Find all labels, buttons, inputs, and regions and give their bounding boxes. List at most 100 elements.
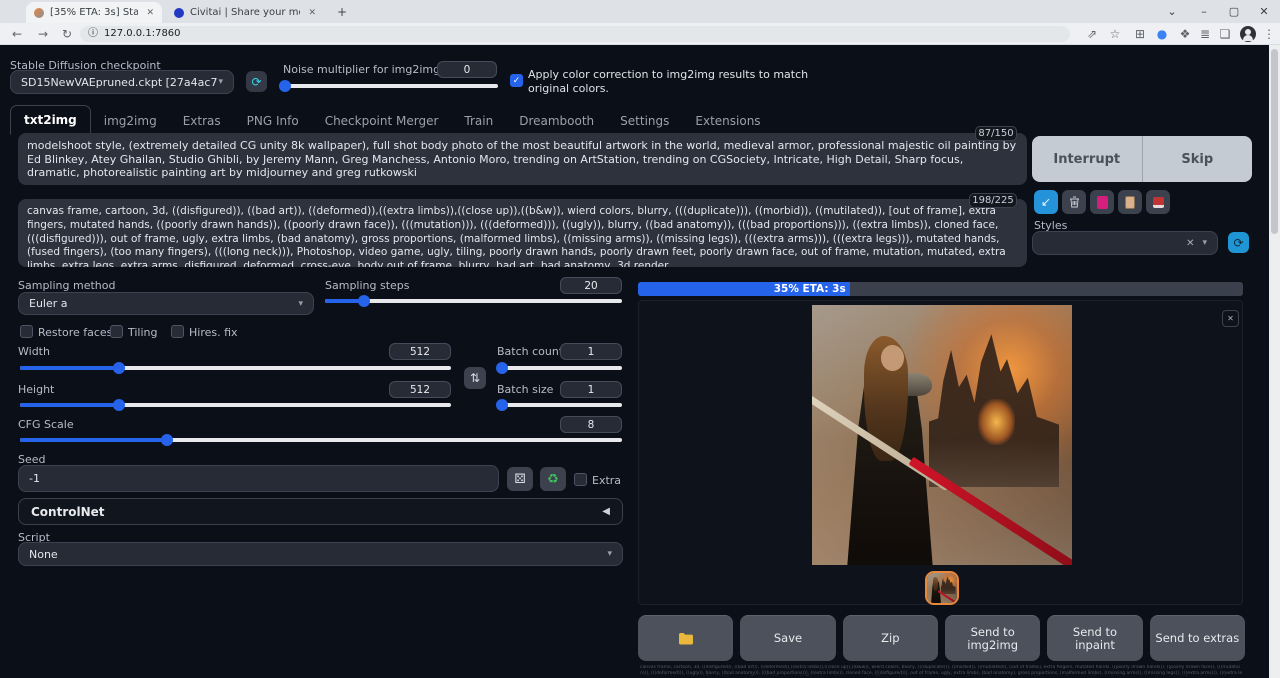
tab-checkpoint-merger[interactable]: Checkpoint Merger	[312, 107, 452, 135]
batch-count-value[interactable]: 1	[560, 343, 622, 360]
script-dropdown[interactable]: None ▾	[18, 542, 623, 566]
sampling-method-dropdown[interactable]: Euler a ▾	[18, 292, 314, 315]
paste-params-icon[interactable]: ↙	[1034, 190, 1058, 214]
extra-seed-checkbox[interactable]	[574, 473, 587, 486]
interrupt-button[interactable]: Interrupt	[1032, 136, 1142, 182]
height-label: Height	[18, 383, 54, 396]
forward-icon[interactable]: →	[34, 25, 52, 43]
browser-chrome: [35% ETA: 3s] Stable Diffusion ✕ Civitai…	[0, 0, 1280, 45]
browser-menu-icon[interactable]: ⋮	[1260, 25, 1278, 43]
batch-size-value[interactable]: 1	[560, 381, 622, 398]
tab-png-info[interactable]: PNG Info	[234, 107, 312, 135]
extension-dot-icon[interactable]: ●	[1153, 25, 1171, 43]
page-scrollbar[interactable]	[1269, 45, 1280, 678]
sampling-steps-value[interactable]: 20	[560, 277, 622, 294]
height-value[interactable]: 512	[389, 381, 451, 398]
new-tab-button[interactable]: +	[334, 4, 350, 20]
refresh-styles-button[interactable]: ⟳	[1228, 232, 1249, 253]
share-icon[interactable]: ⇗	[1083, 25, 1101, 43]
gallery-thumbnail-selected[interactable]	[925, 571, 959, 605]
negative-prompt-input[interactable]: canvas frame, cartoon, 3d, ((disfigured)…	[18, 199, 1027, 267]
color-correction-checkbox[interactable]: ✓	[510, 74, 523, 87]
apply-styles-icon[interactable]	[1118, 190, 1142, 214]
batch-size-slider[interactable]	[497, 403, 622, 407]
window-close-icon[interactable]: ✕	[1250, 0, 1278, 23]
window-menu-icon[interactable]: ⌄	[1158, 0, 1186, 23]
extra-networks-icon[interactable]	[1090, 190, 1114, 214]
checkpoint-dropdown[interactable]: SD15NewVAEpruned.ckpt [27a4ac756c] ▾	[10, 70, 234, 94]
tab-dreambooth[interactable]: Dreambooth	[506, 107, 607, 135]
civitai-favicon	[174, 8, 184, 18]
reading-list-icon[interactable]: ≣	[1196, 25, 1214, 43]
tiling-checkbox[interactable]	[110, 325, 123, 338]
batch-size-label: Batch size	[497, 383, 553, 396]
zip-button[interactable]: Zip	[843, 615, 938, 661]
close-tab-icon[interactable]: ✕	[146, 8, 154, 18]
height-slider[interactable]	[20, 403, 451, 407]
width-slider[interactable]	[20, 366, 451, 370]
refresh-checkpoints-button[interactable]: ⟳	[246, 71, 267, 92]
output-actions: Save Zip Send to img2img Send to inpaint…	[638, 615, 1245, 661]
info-icon[interactable]: ⓘ	[88, 28, 98, 39]
clear-styles-icon[interactable]: ✕	[1186, 238, 1194, 249]
send-to-inpaint-button[interactable]: Send to inpaint	[1047, 615, 1142, 661]
noise-multiplier-value[interactable]: 0	[437, 61, 497, 78]
save-button[interactable]: Save	[740, 615, 835, 661]
interrupt-skip-group: Interrupt Skip	[1032, 136, 1252, 182]
progress-bar: 35% ETA: 3s	[638, 282, 1243, 296]
browser-tab-civitai[interactable]: Civitai | Share your models ✕	[166, 2, 324, 23]
trash-icon[interactable]	[1062, 190, 1086, 214]
folder-icon	[678, 632, 694, 645]
side-panel-icon[interactable]: ❏	[1216, 25, 1234, 43]
controlnet-accordion[interactable]: ControlNet ◀	[18, 498, 623, 525]
reload-icon[interactable]: ↻	[58, 25, 76, 43]
prompt-token-counter: 87/150	[975, 126, 1017, 141]
random-seed-dice-icon[interactable]: ⚄	[507, 467, 533, 491]
restore-faces-checkbox[interactable]	[20, 325, 33, 338]
bookmark-star-icon[interactable]: ☆	[1106, 25, 1124, 43]
tab-train[interactable]: Train	[451, 107, 506, 135]
tab-extensions[interactable]: Extensions	[682, 107, 773, 135]
styles-dropdown[interactable]: ✕ ▾	[1032, 231, 1218, 255]
chevron-down-icon: ▾	[607, 549, 612, 559]
save-style-icon[interactable]	[1146, 190, 1170, 214]
send-to-extras-button[interactable]: Send to extras	[1150, 615, 1245, 661]
browser-tab-title: [35% ETA: 3s] Stable Diffusion	[50, 7, 138, 18]
cfg-scale-label: CFG Scale	[18, 418, 74, 431]
address-bar[interactable]: ⓘ127.0.0.1:7860	[80, 26, 1070, 42]
scrollbar-thumb[interactable]	[1271, 49, 1278, 234]
hires-fix-checkbox[interactable]	[171, 325, 184, 338]
progress-fill: 35% ETA: 3s	[638, 282, 850, 296]
skip-button[interactable]: Skip	[1143, 136, 1253, 182]
swap-dimensions-icon[interactable]: ⇅	[464, 367, 486, 389]
extension-grid-icon[interactable]: ⊞	[1131, 25, 1149, 43]
width-value[interactable]: 512	[389, 343, 451, 360]
extensions-puzzle-icon[interactable]: ❖	[1176, 25, 1194, 43]
tab-img2img[interactable]: img2img	[91, 107, 170, 135]
trash-glyph	[1069, 196, 1080, 208]
stable-diffusion-favicon	[34, 8, 44, 18]
send-to-img2img-button[interactable]: Send to img2img	[945, 615, 1040, 661]
main-tab-bar: txt2img img2img Extras PNG Info Checkpoi…	[10, 105, 774, 135]
batch-count-slider[interactable]	[497, 366, 622, 370]
back-icon[interactable]: ←	[8, 25, 26, 43]
cfg-scale-value[interactable]: 8	[560, 416, 622, 433]
cfg-scale-slider[interactable]	[20, 438, 622, 442]
noise-multiplier-slider[interactable]	[281, 84, 498, 88]
profile-avatar[interactable]	[1240, 26, 1256, 42]
open-folder-button[interactable]	[638, 615, 733, 661]
window-restore-icon[interactable]: ▢	[1220, 0, 1248, 23]
seed-input[interactable]: -1	[18, 465, 499, 492]
tiling-label: Tiling	[128, 326, 158, 339]
tab-txt2img[interactable]: txt2img	[10, 105, 91, 135]
reuse-seed-recycle-icon[interactable]: ♻	[540, 467, 566, 491]
browser-tab-stable-diffusion[interactable]: [35% ETA: 3s] Stable Diffusion ✕	[26, 2, 162, 23]
generated-image-preview[interactable]	[812, 305, 1072, 565]
window-minimize-icon[interactable]: –	[1190, 0, 1218, 23]
close-preview-icon[interactable]: ✕	[1222, 310, 1239, 327]
close-tab-icon[interactable]: ✕	[308, 8, 316, 18]
prompt-input[interactable]: modelshoot style, (extremely detailed CG…	[18, 133, 1027, 185]
tab-extras[interactable]: Extras	[170, 107, 234, 135]
tab-settings[interactable]: Settings	[607, 107, 682, 135]
sampling-steps-slider[interactable]	[325, 299, 622, 303]
